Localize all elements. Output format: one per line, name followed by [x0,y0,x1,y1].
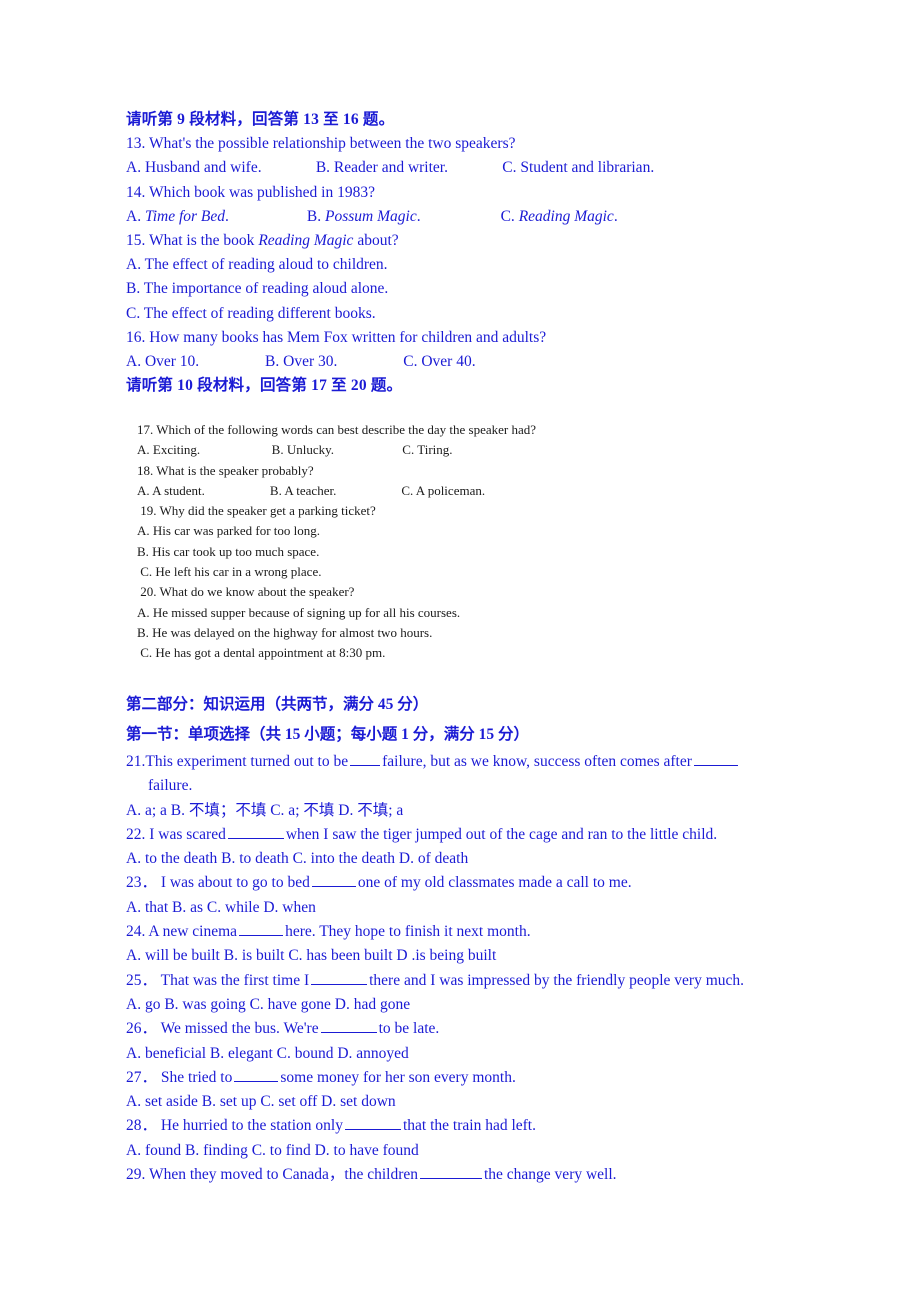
q23-stem-part-1: I was about to go to bed [157,874,310,892]
q27-blank[interactable] [234,1067,279,1082]
q24-number: 24. [126,923,146,941]
q23-number: 23． [126,874,158,892]
question-20-option-c: C. He has got a dental appointment at 8:… [137,645,386,661]
q21-stem-part-2: failure, but as we know, success often c… [382,753,692,770]
question-13-options: A. Husband and wife. B. Reader and write… [126,159,655,177]
q27-number: 27． [126,1068,158,1086]
listening-10-heading: 请听第 10 段材料，回答第 17 至 20 题。 [126,377,403,395]
question-29-stem: 29. When they moved to Canada，the childr… [126,1163,816,1187]
question-14-options: A. Time for Bed. B. Possum Magic. C. Readi… [126,205,806,229]
q28-stem-part-2: that the train had left. [402,1117,536,1135]
q28-blank[interactable] [344,1115,401,1131]
q15-book-title: Reading Magic [258,232,354,250]
question-19-option-a: A. His car was parked for too long. [137,523,321,539]
question-15-option-c: C. The effect of reading different books… [126,304,376,322]
q22-number: 22. [126,825,146,843]
q24-blank[interactable] [239,921,284,937]
listening-9-heading: 请听第 9 段材料，回答第 13 至 16 题。 [126,111,395,128]
q27-stem-part-2: some money for her son every month. [280,1068,516,1086]
question-23-stem: 23． I was about to go to bed one of my ol… [126,871,816,895]
q25-blank[interactable] [311,969,368,985]
q22-stem-part-1: I was scared [145,825,226,843]
listening-section-9: 请听第 9 段材料，回答第 13 至 16 题。 13. What's the … [126,108,806,398]
question-19-stem: 19. Why did the speaker get a parking ti… [137,503,376,519]
q14-option-a-title: Time for Bed [144,207,226,225]
q15-stem-start: 15. What is the book [126,232,259,250]
question-26-stem: 26． We missed the bus. We're to be late. [126,1017,816,1041]
question-18-options: A. A student. B. A teacher. C. A policem… [137,482,486,498]
question-22-options: A. to the death B. to death C. into the … [126,850,469,868]
q24-stem-part-2: here. They hope to finish it next month. [285,923,531,941]
question-28-options: A. found B. finding C. to find D. to hav… [126,1141,419,1159]
q15-stem-end: about? [353,232,399,250]
question-21-options: A. a; a B. 不填；不填 C. a; 不填 D. 不填; a [126,801,404,819]
q27-stem-part-1: She tried to [157,1068,233,1086]
question-18-stem: 18. What is the speaker probably? [137,462,314,478]
q26-blank[interactable] [320,1018,377,1034]
question-19-option-c: C. He left his car in a wrong place. [137,564,322,580]
q25-stem-part-2: there and I was impressed by the friendl… [369,971,745,989]
q14-option-c-title: Reading Magic [518,207,614,225]
q22-blank[interactable] [227,824,284,839]
question-27-options: A. set aside B. set up C. set off D. set… [126,1093,396,1111]
question-15-stem: 15. What is the book Reading Magic about… [126,229,806,253]
q14-option-c-label: C. [500,207,519,225]
q22-stem-part-2: when I saw the tiger jumped out of the c… [285,825,718,843]
question-16-options: A. Over 10. B. Over 30. C. Over 40. [126,353,476,371]
q23-stem-part-2: one of my old classmates made a call to … [357,874,632,892]
question-20-option-a: A. He missed supper because of signing u… [137,604,461,620]
question-27-stem: 27． She tried to some money for her son e… [126,1066,816,1090]
question-17-options: A. Exciting. B. Unlucky. C. Tiring. [137,442,453,458]
question-21-continuation: failure. [148,777,193,795]
question-13-stem: 13. What's the possible relationship bet… [126,135,516,153]
question-26-options: A. beneficial B. elegant C. bound D. ann… [126,1044,409,1062]
question-16-stem: 16. How many books has Mem Fox written f… [126,328,547,346]
question-20-stem: 20. What do we know about the speaker? [137,584,355,600]
question-15-option-a: A. The effect of reading aloud to childr… [126,256,388,274]
q14-option-a-label: A. [126,207,145,225]
q29-stem-part-2: the change very well. [483,1166,617,1184]
question-14-stem: 14. Which book was published in 1983? [126,183,375,201]
question-15-option-b: B. The importance of reading aloud alone… [126,280,389,298]
question-24-options: A. will be built B. is built C. has been… [126,947,497,965]
q28-number: 28． [126,1117,158,1135]
q14-option-b-period: . [416,207,421,225]
q14-option-b-title: Possum Magic [325,207,417,225]
question-20-option-b: B. He was delayed on the highway for alm… [137,624,433,640]
question-28-stem: 28． He hurried to the station only that t… [126,1114,816,1138]
document-page: 请听第 9 段材料，回答第 13 至 16 题。 13. What's the … [0,0,920,1302]
q26-number: 26． [126,1020,158,1038]
q21-blank-2[interactable] [693,751,738,766]
q29-number: 29. [126,1166,146,1184]
q24-stem-part-1: A new cinema [145,923,238,941]
q25-number: 25． [126,971,158,989]
q14-option-c-period: . [613,207,618,225]
question-21-stem: 21.This experiment turned out to be failu… [126,750,816,774]
q14-option-a-period: . [225,207,229,225]
question-19-option-b: B. His car took up too much space. [137,543,320,559]
q14-option-b-label: B. [306,207,326,225]
question-17-stem: 17. Which of the following words can bes… [137,422,537,437]
q25-stem-part-1: That was the first time I [157,971,310,989]
part-two-heading: 第二部分：知识运用（共两节，满分 45 分） [126,696,429,713]
q29-blank[interactable] [419,1164,482,1180]
q28-stem-part-1: He hurried to the station only [157,1117,343,1135]
listening-section-10: 17. Which of the following words can bes… [137,420,697,664]
q21-blank-1[interactable] [350,751,381,766]
q21-stem-part-1: This experiment turned out to be [145,753,349,770]
q26-stem-part-2: to be late. [378,1020,440,1038]
q23-blank[interactable] [311,872,356,888]
question-23-options: A. that B. as C. while D. when [126,898,316,916]
q21-number: 21. [126,753,146,770]
part-two-section: 第二部分：知识运用（共两节，满分 45 分） 第一节：单项选择（共 15 小题；… [126,690,816,1187]
q26-stem-part-1: We missed the bus. We're [157,1020,319,1038]
question-25-options: A. go B. was going C. have gone D. had g… [126,995,411,1013]
question-25-stem: 25． That was the first time I there and I… [126,969,816,993]
question-22-stem: 22. I was scared when I saw the tiger jum… [126,823,816,847]
q29-stem-part-1: When they moved to Canada，the children [145,1166,418,1184]
question-24-stem: 24. A new cinema here. They hope to finis… [126,920,816,944]
section-one-heading: 第一节：单项选择（共 15 小题；每小题 1 分，满分 15 分） [126,726,530,743]
